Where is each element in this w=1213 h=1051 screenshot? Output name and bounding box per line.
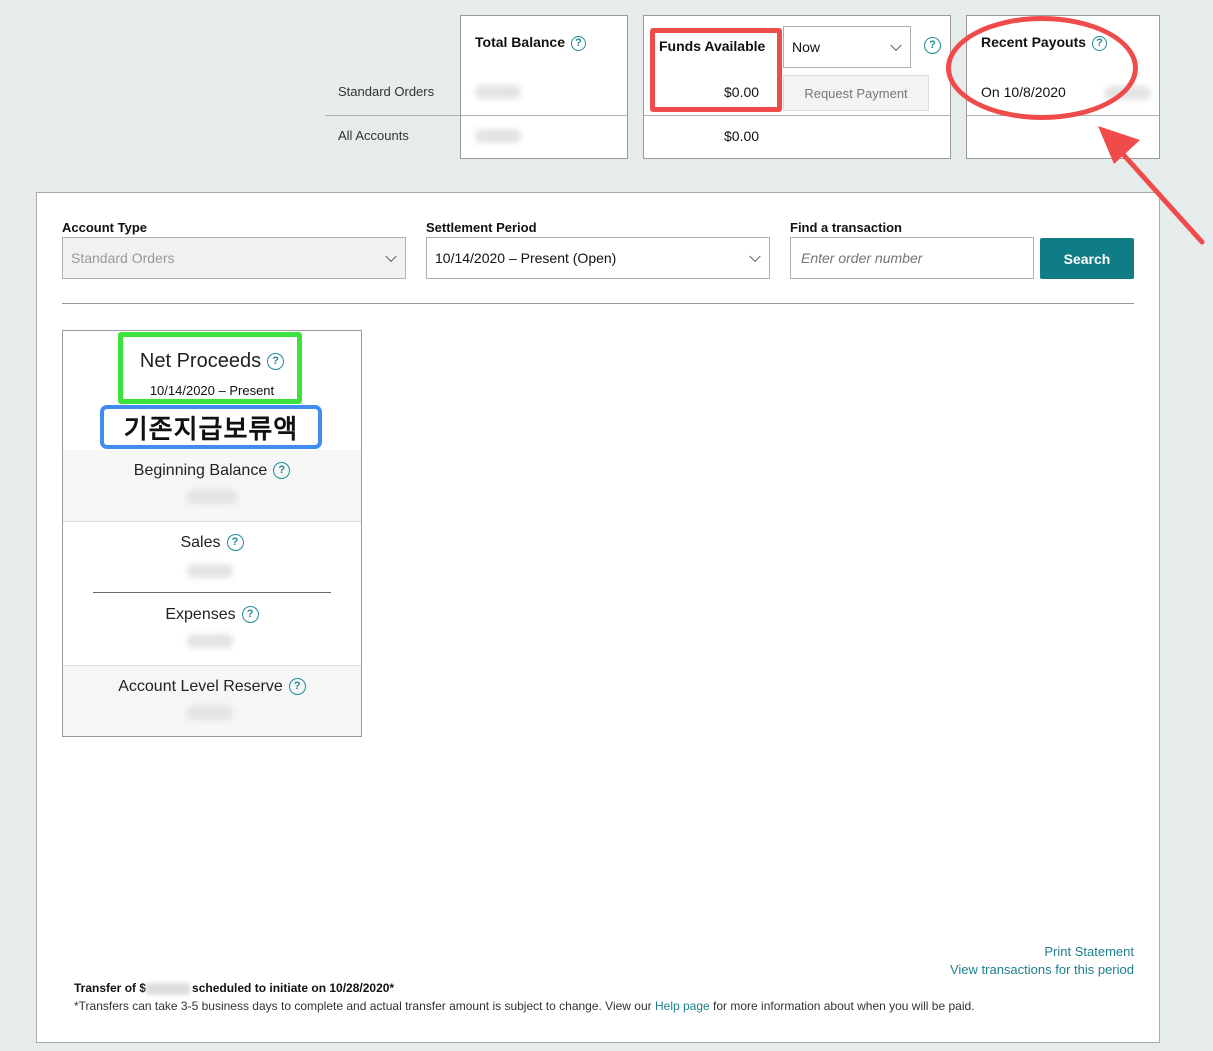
red-highlight-box — [650, 28, 782, 112]
reserve-heading: Account Level Reserve? — [63, 678, 361, 696]
reserve-label: Account Level Reserve — [118, 678, 283, 695]
redacted-amount — [146, 982, 191, 995]
green-highlight-box — [118, 332, 302, 404]
settlement-period-select[interactable]: 10/14/2020 – Present (Open) — [426, 237, 770, 279]
settlement-panel: Account Type Standard Orders Settlement … — [36, 192, 1160, 1043]
total-balance-heading: Total Balance? — [475, 34, 586, 51]
total-balance-card: Total Balance? — [460, 15, 628, 159]
help-icon[interactable]: ? — [288, 678, 306, 696]
find-transaction-label: Find a transaction — [790, 220, 902, 235]
transfer-prefix: Transfer of $ — [74, 981, 147, 995]
print-statement-link[interactable]: Print Statement — [1044, 944, 1134, 959]
red-arrow — [1098, 126, 1205, 245]
card-divider — [461, 115, 627, 116]
transfer-suffix: scheduled to initiate on 10/28/2020* — [192, 981, 395, 995]
funds-available-all-value: $0.00 — [724, 128, 760, 144]
view-transactions-link[interactable]: View transactions for this period — [950, 962, 1134, 977]
card-divider — [644, 115, 950, 116]
help-icon[interactable]: ? — [571, 35, 586, 51]
row-label-all-accounts: All Accounts — [338, 128, 409, 143]
help-icon[interactable]: ? — [273, 462, 291, 480]
help-page-link[interactable]: Help page — [655, 999, 710, 1013]
korean-annotation-text: 기존지급보류액 — [123, 414, 299, 445]
chevron-down-icon — [890, 39, 902, 52]
beginning-balance-heading: Beginning Balance? — [63, 462, 361, 480]
account-type-select[interactable]: Standard Orders — [62, 237, 406, 279]
request-payment-button[interactable]: Request Payment — [783, 75, 929, 111]
settlement-period-label: Settlement Period — [426, 220, 537, 235]
total-balance-label: Total Balance — [475, 34, 565, 50]
note-after: for more information about when you will… — [709, 999, 975, 1013]
period-select[interactable]: Now — [783, 26, 911, 68]
filters-divider — [62, 303, 1134, 304]
row-divider — [325, 115, 460, 116]
row-label-standard-orders: Standard Orders — [338, 84, 435, 99]
note-before: *Transfers can take 3-5 business days to… — [74, 999, 655, 1013]
help-icon[interactable]: ? — [226, 534, 244, 552]
help-icon[interactable]: ? — [924, 37, 941, 54]
redacted-value — [187, 634, 233, 648]
redacted-value — [187, 564, 233, 578]
redacted-value — [187, 706, 233, 720]
help-icon[interactable]: ? — [241, 606, 259, 624]
beginning-balance-row: Beginning Balance? — [63, 450, 361, 522]
chevron-down-icon — [749, 250, 761, 263]
account-type-label: Account Type — [62, 220, 147, 235]
transfer-notice: Transfer of $ scheduled to initiate on 10… — [74, 981, 394, 995]
chevron-down-icon — [385, 250, 397, 263]
expenses-label: Expenses — [165, 606, 236, 623]
redacted-value — [475, 85, 521, 99]
account-type-value: Standard Orders — [71, 250, 175, 266]
red-highlight-ellipse — [946, 16, 1138, 120]
redacted-value — [475, 129, 521, 143]
order-number-input[interactable] — [790, 237, 1034, 279]
transfer-note: *Transfers can take 3-5 business days to… — [74, 999, 975, 1013]
sales-label: Sales — [180, 534, 221, 551]
expenses-row: Expenses? — [63, 593, 361, 666]
sales-heading: Sales? — [63, 534, 361, 552]
beginning-balance-label: Beginning Balance — [133, 462, 268, 479]
period-select-value: Now — [792, 39, 821, 55]
settlement-period-value: 10/14/2020 – Present (Open) — [435, 250, 617, 266]
redacted-value — [187, 490, 237, 504]
reserve-row: Account Level Reserve? — [63, 666, 361, 736]
expenses-heading: Expenses? — [63, 606, 361, 624]
korean-annotation-label: 기존지급보류액 — [100, 405, 322, 449]
